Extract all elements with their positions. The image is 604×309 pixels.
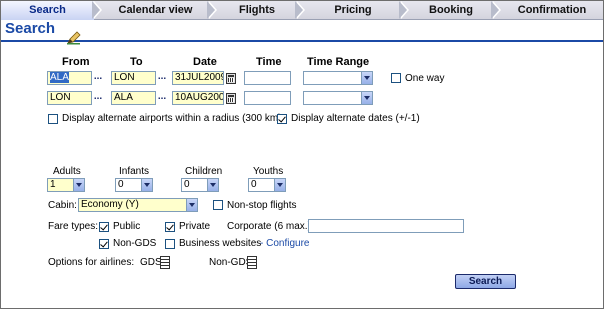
time-header: Time — [256, 56, 282, 68]
dropdown-arrow-icon — [141, 179, 152, 191]
dropdown-arrow-icon — [73, 179, 84, 191]
cabin-label: Cabin: — [48, 200, 77, 211]
youths-label: Youths — [253, 166, 284, 177]
business-websites-label: Business websites — [179, 238, 262, 249]
adults-label: Adults — [53, 166, 81, 177]
time-range-select-1[interactable] — [303, 71, 373, 85]
step-booking[interactable]: Booking — [409, 1, 493, 20]
adults-value: 1 — [50, 179, 56, 190]
airline-options-label: Options for airlines: — [48, 257, 135, 268]
adults-select[interactable]: 1 — [47, 178, 85, 192]
youths-select[interactable]: 0 — [248, 178, 286, 192]
to-input-1[interactable]: LON — [111, 71, 156, 85]
alt-airports-label: Display alternate airports within a radi… — [62, 113, 282, 124]
gds-list-icon[interactable] — [160, 256, 170, 269]
time-range-select-2[interactable] — [303, 91, 373, 105]
pen-icon[interactable] — [66, 31, 82, 45]
to-lookup-button-1[interactable]: ... — [157, 71, 167, 85]
from-header: From — [62, 56, 90, 68]
time-input-2[interactable] — [244, 91, 291, 105]
children-select[interactable]: 0 — [181, 178, 219, 192]
step-pricing[interactable]: Pricing — [305, 1, 401, 20]
configure-link[interactable]: - Configure — [260, 238, 309, 249]
step-separator-icon — [491, 0, 501, 19]
public-checkbox[interactable] — [99, 222, 109, 232]
from-input-2[interactable]: LON — [47, 91, 92, 105]
step-separator-icon — [295, 0, 305, 19]
step-separator-icon — [207, 0, 217, 19]
non-gds-label: Non-GDS — [113, 238, 157, 249]
one-way-label: One way — [405, 73, 445, 84]
children-label: Children — [185, 166, 223, 177]
dropdown-arrow-icon — [207, 179, 218, 191]
nonstop-checkbox[interactable] — [213, 200, 223, 210]
step-separator-icon — [399, 0, 409, 19]
from-lookup-button-2[interactable]: ... — [93, 91, 103, 105]
calendar-icon[interactable] — [226, 73, 236, 84]
cabin-select[interactable]: Economy (Y) — [78, 198, 198, 212]
alt-dates-checkbox[interactable] — [277, 114, 287, 124]
to-header: To — [130, 56, 143, 68]
cabin-value: Economy (Y) — [81, 199, 139, 210]
step-confirmation[interactable]: Confirmation — [501, 1, 603, 20]
alt-dates-label: Display alternate dates (+/-1) — [291, 113, 420, 124]
title-row: Search — [1, 20, 603, 42]
public-label: Public — [113, 221, 141, 232]
dropdown-arrow-icon — [361, 92, 372, 104]
date-input-2[interactable]: 10AUG2009 — [172, 91, 224, 105]
step-search[interactable]: Search — [1, 1, 94, 20]
non-gds-airlines-label: Non-GDS — [209, 257, 253, 268]
step-flights[interactable]: Flights — [217, 1, 297, 20]
infants-select[interactable]: 0 — [115, 178, 153, 192]
dropdown-arrow-icon — [274, 179, 285, 191]
fare-types-label: Fare types: — [48, 221, 99, 232]
corporate-input[interactable] — [308, 219, 464, 233]
date-header: Date — [193, 56, 217, 68]
step-calendar-view[interactable]: Calendar view — [102, 1, 209, 20]
alt-airports-checkbox[interactable] — [48, 114, 58, 124]
youths-value: 0 — [251, 179, 257, 190]
gds-label: GDS — [140, 257, 162, 268]
private-label: Private — [179, 221, 211, 232]
time-input-1[interactable] — [244, 71, 291, 85]
dropdown-arrow-icon — [186, 199, 197, 211]
time-range-header: Time Range — [307, 56, 370, 68]
step-bar: Search Calendar view Flights Pricing Boo… — [1, 0, 603, 20]
business-websites-checkbox[interactable] — [165, 239, 175, 249]
from-input-1[interactable]: ALA — [47, 71, 92, 85]
infants-value: 0 — [118, 179, 124, 190]
page-title: Search — [5, 20, 56, 37]
to-lookup-button-2[interactable]: ... — [157, 91, 167, 105]
from-value-1: ALA — [50, 72, 69, 83]
step-separator-icon — [92, 0, 102, 19]
children-value: 0 — [184, 179, 190, 190]
calendar-icon[interactable] — [226, 93, 236, 104]
one-way-checkbox[interactable] — [391, 73, 401, 83]
nonstop-label: Non-stop flights — [227, 200, 297, 211]
date-input-1[interactable]: 31JUL2009 — [172, 71, 224, 85]
non-gds-checkbox[interactable] — [99, 239, 109, 249]
search-button[interactable]: Search — [455, 274, 516, 289]
private-checkbox[interactable] — [165, 222, 175, 232]
corporate-label: Corporate (6 max.): — [227, 221, 314, 232]
from-lookup-button-1[interactable]: ... — [93, 71, 103, 85]
dropdown-arrow-icon — [361, 72, 372, 84]
to-input-2[interactable]: ALA — [111, 91, 156, 105]
infants-label: Infants — [119, 166, 150, 177]
non-gds-list-icon[interactable] — [247, 256, 257, 269]
title-underline — [1, 40, 603, 42]
